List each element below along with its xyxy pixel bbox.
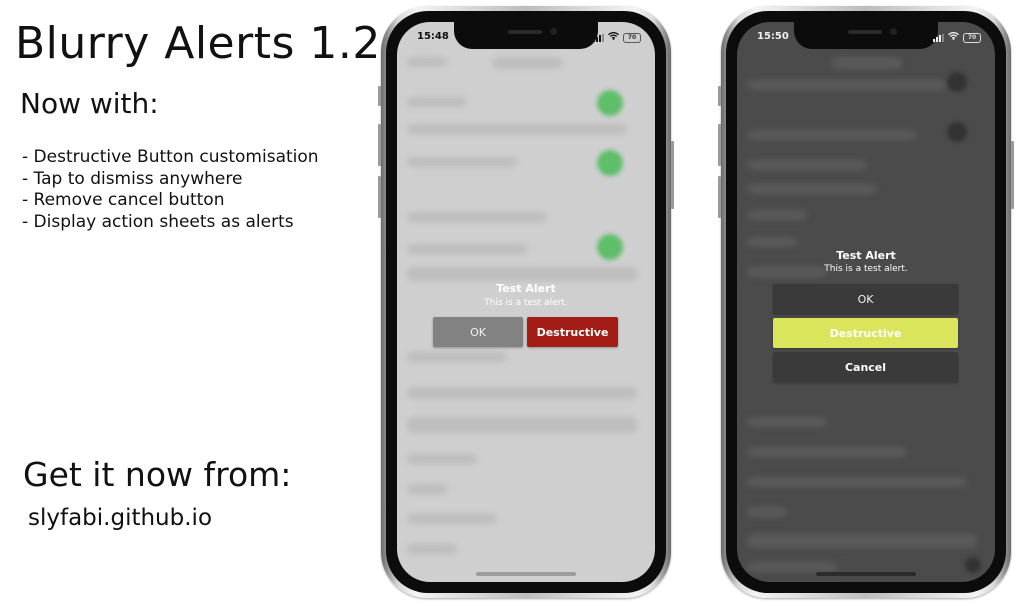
feature-item: - Remove cancel button xyxy=(22,190,225,210)
cancel-button[interactable]: Cancel xyxy=(773,352,958,382)
toggle-on xyxy=(597,90,623,116)
phone-dark: 15:50 70 Test Alert This is a test alert… xyxy=(718,6,1014,598)
battery-icon: 70 xyxy=(963,32,981,43)
mute-switch xyxy=(718,86,721,106)
toggle-on xyxy=(597,234,623,260)
alert-message: This is a test alert. xyxy=(824,264,908,274)
repo-link[interactable]: slyfabi.github.io xyxy=(28,505,212,531)
home-indicator xyxy=(816,572,916,576)
mute-switch xyxy=(378,86,381,106)
home-indicator xyxy=(476,572,576,576)
wifi-icon xyxy=(608,32,619,43)
feature-item: - Destructive Button customisation xyxy=(22,147,319,167)
status-bar: 15:48 70 xyxy=(397,31,655,45)
phone-screen: 15:48 70 Test Alert This is a test alert… xyxy=(397,22,655,582)
battery-icon: 70 xyxy=(623,32,641,43)
ok-button[interactable]: OK xyxy=(773,284,958,314)
volume-down-button xyxy=(378,176,381,218)
phone-screen: 15:50 70 Test Alert This is a test alert… xyxy=(737,22,995,582)
promo-subtitle: Now with: xyxy=(20,87,159,120)
cta-heading: Get it now from: xyxy=(23,455,292,494)
phone-light: 15:48 70 Test Alert This is a test alert… xyxy=(378,6,674,598)
promo-title: Blurry Alerts 1.2 xyxy=(15,18,381,69)
status-time: 15:50 xyxy=(757,31,789,42)
toggle-on xyxy=(597,150,623,176)
alert-title: Test Alert xyxy=(836,249,896,262)
status-bar: 15:50 70 xyxy=(737,31,995,45)
ok-button[interactable]: OK xyxy=(433,317,523,347)
wifi-icon xyxy=(948,32,959,43)
feature-list: - Destructive Button customisation - Tap… xyxy=(22,147,319,233)
alert-message: This is a test alert. xyxy=(484,298,568,308)
feature-item: - Display action sheets as alerts xyxy=(22,211,294,232)
volume-down-button xyxy=(718,176,721,218)
destructive-button[interactable]: Destructive xyxy=(527,317,618,347)
power-button xyxy=(671,141,674,209)
feature-item: - Tap to dismiss anywhere xyxy=(22,168,243,189)
status-time: 15:48 xyxy=(417,31,449,42)
signal-icon xyxy=(933,33,944,42)
destructive-button[interactable]: Destructive xyxy=(773,318,958,348)
volume-up-button xyxy=(718,124,721,166)
volume-up-button xyxy=(378,124,381,166)
power-button xyxy=(1011,141,1014,209)
signal-icon xyxy=(593,33,604,42)
alert-title: Test Alert xyxy=(496,282,556,295)
